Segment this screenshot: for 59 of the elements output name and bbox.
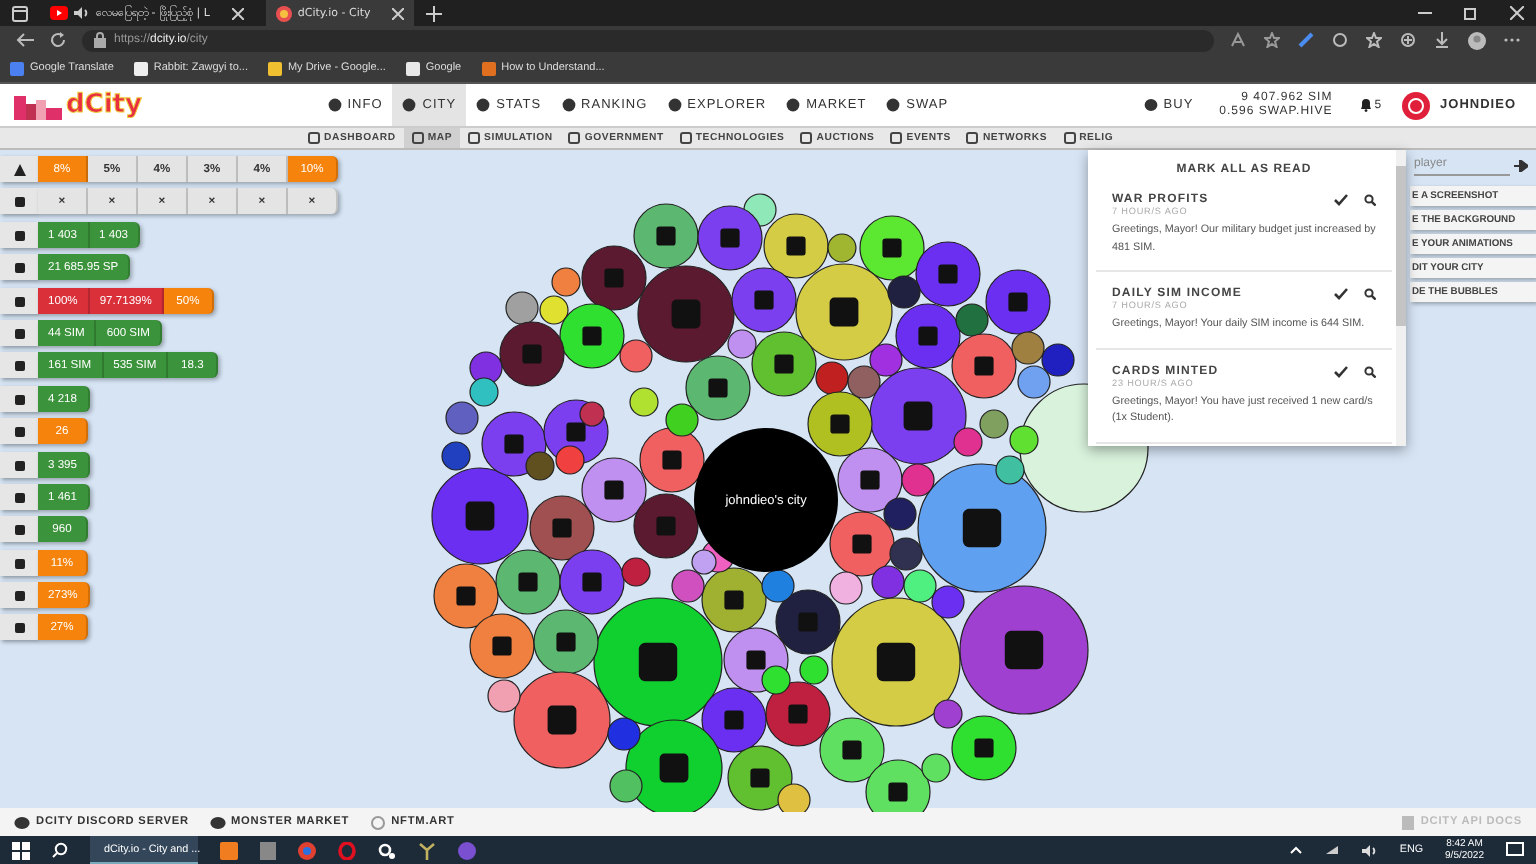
stat-button[interactable] (0, 288, 38, 314)
bookmark-icon (405, 61, 420, 75)
back-icon[interactable] (16, 32, 34, 48)
stat-button[interactable] (0, 484, 38, 510)
check-icon[interactable] (1334, 365, 1348, 377)
video-icon (50, 6, 68, 20)
check-icon[interactable] (1334, 288, 1348, 300)
notification-center-icon[interactable] (1506, 842, 1524, 858)
reload-icon[interactable] (50, 32, 66, 48)
windows-start-icon[interactable] (12, 841, 30, 859)
city-logo-icon (12, 91, 64, 119)
tab-overview-icon[interactable] (12, 5, 28, 21)
stat-button[interactable] (0, 386, 38, 412)
star-icon[interactable] (1264, 32, 1280, 48)
new-tab-icon[interactable] (426, 5, 443, 21)
check-icon[interactable] (1334, 194, 1348, 206)
bookmark-icon (267, 61, 282, 75)
pen-icon[interactable] (1298, 32, 1314, 48)
close-icon[interactable] (392, 7, 405, 19)
stat-button[interactable] (0, 550, 38, 576)
profile-icon[interactable] (1468, 31, 1486, 49)
bookmark-icon (481, 61, 496, 75)
stat-button[interactable] (0, 254, 38, 280)
plant-icon[interactable] (418, 841, 436, 859)
arrow-icon[interactable] (1514, 160, 1528, 172)
stat-button[interactable] (0, 516, 38, 542)
gears-icon[interactable] (378, 841, 396, 859)
chevron-up-icon[interactable] (1289, 846, 1302, 854)
scrollbar[interactable] (1396, 150, 1406, 446)
read-aloud-icon[interactable] (1230, 32, 1246, 48)
bookmark-icon (133, 61, 148, 75)
logo-text: dCity (66, 90, 142, 120)
stat-button[interactable] (0, 156, 38, 182)
minimize-icon[interactable] (1418, 6, 1432, 20)
stat-button[interactable] (0, 418, 38, 444)
favorites-icon[interactable] (1366, 32, 1382, 48)
bookmark-icon (10, 61, 24, 75)
media-player-icon[interactable] (220, 841, 238, 859)
lock-icon (94, 32, 106, 48)
download-icon[interactable] (1434, 32, 1450, 48)
warning-icon (13, 163, 25, 175)
collections-icon[interactable] (1400, 32, 1416, 48)
stat-button[interactable] (0, 582, 38, 608)
stat-button[interactable] (0, 320, 38, 346)
stat-button[interactable] (0, 452, 38, 478)
stat-button[interactable] (0, 222, 38, 248)
site-icon (275, 5, 292, 21)
close-icon[interactable] (1510, 6, 1524, 20)
restore-icon[interactable] (1464, 6, 1478, 20)
stat-button[interactable] (0, 614, 38, 640)
avatar-icon (1402, 91, 1431, 119)
chrome-icon[interactable] (298, 841, 316, 859)
stat-button[interactable] (0, 352, 38, 378)
speaker-icon (74, 6, 90, 20)
bell-icon (1360, 98, 1373, 112)
speaker-icon[interactable] (1361, 843, 1378, 857)
stat-button[interactable] (0, 188, 38, 214)
close-icon[interactable] (231, 7, 244, 19)
opera-icon[interactable] (338, 841, 356, 859)
